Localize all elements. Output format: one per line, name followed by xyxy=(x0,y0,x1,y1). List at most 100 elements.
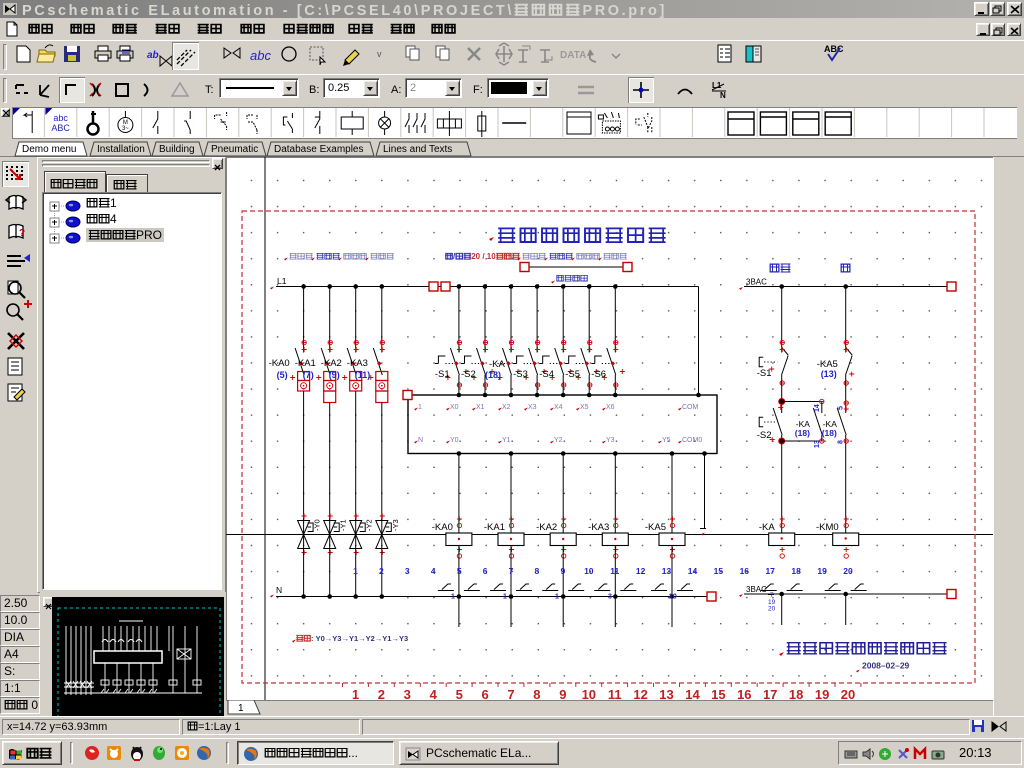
svg-text:8: 8 xyxy=(838,440,845,444)
svg-text:-KA0: -KA0 xyxy=(269,358,290,369)
svg-text:-S2: -S2 xyxy=(461,369,476,380)
svg-text:-KA3: -KA3 xyxy=(347,358,368,369)
svg-text:COM0: COM0 xyxy=(682,437,702,444)
svg-text:-Y3: -Y3 xyxy=(391,519,400,531)
svg-text:1: 1 xyxy=(238,703,244,714)
svg-text:9: 9 xyxy=(559,687,566,700)
svg-text:(9): (9) xyxy=(329,370,340,380)
svg-text:6: 6 xyxy=(481,687,488,700)
svg-text:N: N xyxy=(720,91,726,100)
svg-text:8: 8 xyxy=(533,687,540,700)
svg-text:(7): (7) xyxy=(303,370,314,380)
svg-text:无菌风: 无菌风 xyxy=(370,252,394,261)
svg-text:2: 2 xyxy=(378,687,385,700)
svg-text:14: 14 xyxy=(814,404,821,412)
svg-text:5: 5 xyxy=(456,687,463,700)
svg-text:4: 4 xyxy=(430,687,438,700)
svg-text:无菌水: 无菌水 xyxy=(316,252,340,261)
svg-text:程序: Y0→Y3→Y1→Y2→Y1→Y3: 程序: Y0→Y3→Y1→Y2→Y1→Y3 xyxy=(296,634,408,643)
svg-text:8: 8 xyxy=(535,566,540,576)
svg-text:18: 18 xyxy=(789,687,803,700)
svg-text:N: N xyxy=(276,585,282,595)
svg-text:7: 7 xyxy=(509,566,514,576)
svg-text:-KA: -KA xyxy=(489,359,506,370)
svg-text:17: 17 xyxy=(765,566,775,576)
svg-text:-KA5: -KA5 xyxy=(645,522,666,533)
svg-text:-S6: -S6 xyxy=(591,369,606,380)
svg-text:Building: Building xyxy=(159,144,195,155)
svg-text:2: 2 xyxy=(379,566,384,576)
svg-text:12: 12 xyxy=(633,687,647,700)
svg-text:无菌水: 无菌水 xyxy=(549,252,573,261)
svg-text:11: 11 xyxy=(610,566,619,576)
svg-text:10: 10 xyxy=(582,687,596,700)
svg-text:L1: L1 xyxy=(277,276,287,286)
svg-text:Y5: Y5 xyxy=(662,437,671,444)
svg-text:19: 19 xyxy=(817,566,827,576)
svg-text:-KM0: -KM0 xyxy=(816,522,839,533)
svg-text:v: v xyxy=(377,49,382,59)
svg-text:3: 3 xyxy=(404,687,411,700)
svg-text:13: 13 xyxy=(814,440,821,448)
svg-text:ABC: ABC xyxy=(824,44,844,54)
svg-text:无菌风: 无菌风 xyxy=(603,252,627,261)
svg-text:14: 14 xyxy=(688,566,698,576)
svg-text:6: 6 xyxy=(483,566,488,576)
svg-text:X3: X3 xyxy=(528,404,537,411)
svg-text:-KA2: -KA2 xyxy=(321,358,342,369)
svg-text:5: 5 xyxy=(838,406,845,410)
svg-text:Pneumatic: Pneumatic xyxy=(211,144,258,155)
svg-text:9: 9 xyxy=(561,566,566,576)
svg-text:15: 15 xyxy=(711,687,725,700)
svg-text:(18): (18) xyxy=(795,428,810,438)
svg-text:1: 1 xyxy=(353,566,358,576)
svg-text:13: 13 xyxy=(659,687,673,700)
svg-text:10: 10 xyxy=(584,566,594,576)
svg-text:(13): (13) xyxy=(821,369,837,379)
svg-text:12: 12 xyxy=(636,566,646,576)
svg-text:-S1: -S1 xyxy=(757,368,772,379)
svg-text:X5: X5 xyxy=(580,404,589,411)
svg-text:15: 15 xyxy=(714,566,724,576)
svg-text:Database Examples: Database Examples xyxy=(274,144,364,155)
svg-text:-S2: -S2 xyxy=(757,430,772,441)
svg-text:1: 1 xyxy=(555,594,559,601)
svg-text:(18): (18) xyxy=(485,370,501,380)
svg-text:消毒液: 消毒液 xyxy=(343,252,367,261)
svg-text:清洗剂: 清洗剂 xyxy=(289,252,313,261)
svg-text:N: N xyxy=(418,437,423,444)
svg-text:-S3: -S3 xyxy=(513,369,528,380)
svg-text:ABC: ABC xyxy=(51,123,70,133)
svg-text:Y3: Y3 xyxy=(606,437,615,444)
svg-text:7: 7 xyxy=(770,592,774,599)
svg-text:5: 5 xyxy=(457,566,462,576)
svg-text:-Y0: -Y0 xyxy=(313,519,322,531)
svg-text:3BAC: 3BAC xyxy=(746,278,767,287)
svg-text:3~: 3~ xyxy=(122,126,129,132)
svg-text:X0: X0 xyxy=(450,404,459,411)
svg-text:1: 1 xyxy=(418,404,422,411)
svg-text:20: 20 xyxy=(669,594,677,601)
svg-text:3: 3 xyxy=(608,594,612,601)
svg-text:1: 1 xyxy=(503,594,507,601)
svg-text:-S5: -S5 xyxy=(565,369,580,380)
svg-text:手/自动20 / 10秒启动: 手/自动20 / 10秒启动 xyxy=(445,252,520,261)
svg-text:(11): (11) xyxy=(355,370,371,380)
svg-text:3: 3 xyxy=(405,566,410,576)
svg-text:14: 14 xyxy=(685,687,700,700)
svg-text:X4: X4 xyxy=(554,404,563,411)
svg-text:-KA: -KA xyxy=(759,522,776,533)
svg-text:20: 20 xyxy=(843,566,853,576)
svg-text:Y1: Y1 xyxy=(502,437,511,444)
svg-text:1: 1 xyxy=(352,687,359,700)
svg-text:Y0: Y0 xyxy=(450,437,459,444)
svg-text:手动开阀: 手动开阀 xyxy=(556,274,588,283)
svg-text:-KA1: -KA1 xyxy=(295,358,316,369)
svg-text:-KA2: -KA2 xyxy=(536,522,557,533)
svg-text:(5): (5) xyxy=(277,370,288,380)
svg-text:1: 1 xyxy=(451,594,455,601)
svg-text:-KA0: -KA0 xyxy=(432,522,453,533)
svg-text:Lines and Texts: Lines and Texts xyxy=(383,144,452,155)
svg-text:4: 4 xyxy=(431,566,436,576)
svg-text:Y2: Y2 xyxy=(554,437,563,444)
